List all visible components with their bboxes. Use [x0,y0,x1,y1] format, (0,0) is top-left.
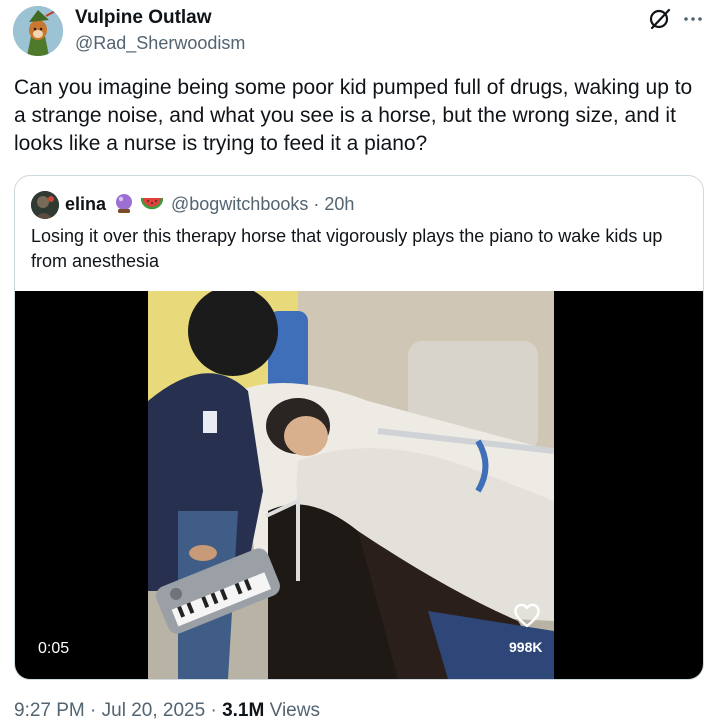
tweet-footer: 9:27 PM · Jul 20, 2025 · 3.1M Views [14,700,320,722]
quote-author-avatar[interactable] [31,191,59,219]
views-count: 3.1M [222,700,265,721]
watermelon-emoji-icon [141,197,163,210]
post-date[interactable]: Jul 20, 2025 [102,700,206,721]
quote-text: Losing it over this therapy horse that v… [31,226,663,271]
robin-hood-fox-avatar-icon [13,6,63,56]
video-player[interactable]: 0:05 998K [15,291,703,679]
quote-author-name[interactable]: elina [65,194,106,215]
heart-outline-icon[interactable] [513,602,541,628]
footer-separator: · [210,700,217,721]
crystal-ball-emoji-icon [116,194,132,213]
author-avatar[interactable] [13,6,63,56]
quote-handle[interactable]: @bogwitchbooks [171,194,308,214]
video-still-image [148,291,554,679]
video-timestamp: 0:05 [29,637,79,661]
quoted-tweet[interactable]: elina @bogwitchbooks · 20h Losing it ove… [14,175,704,680]
tweet-text: Can you imagine being some poor kid pump… [14,76,693,155]
footer-separator: · [90,700,97,721]
quote-meta: @bogwitchbooks · 20h [171,194,354,215]
quote-avatar-image [31,191,59,219]
video-frame [148,291,554,679]
video-likes-count: 998K [509,639,543,655]
author-handle[interactable]: @Rad_Sherwoodism [75,33,245,54]
meta-separator: · [313,194,320,214]
author-display-name[interactable]: Vulpine Outlaw [75,7,212,29]
grok-icon[interactable] [648,7,672,31]
post-time[interactable]: 9:27 PM [14,700,85,721]
quote-age[interactable]: 20h [324,194,354,214]
more-options-icon[interactable] [682,9,704,29]
views-label: Views [269,700,320,721]
